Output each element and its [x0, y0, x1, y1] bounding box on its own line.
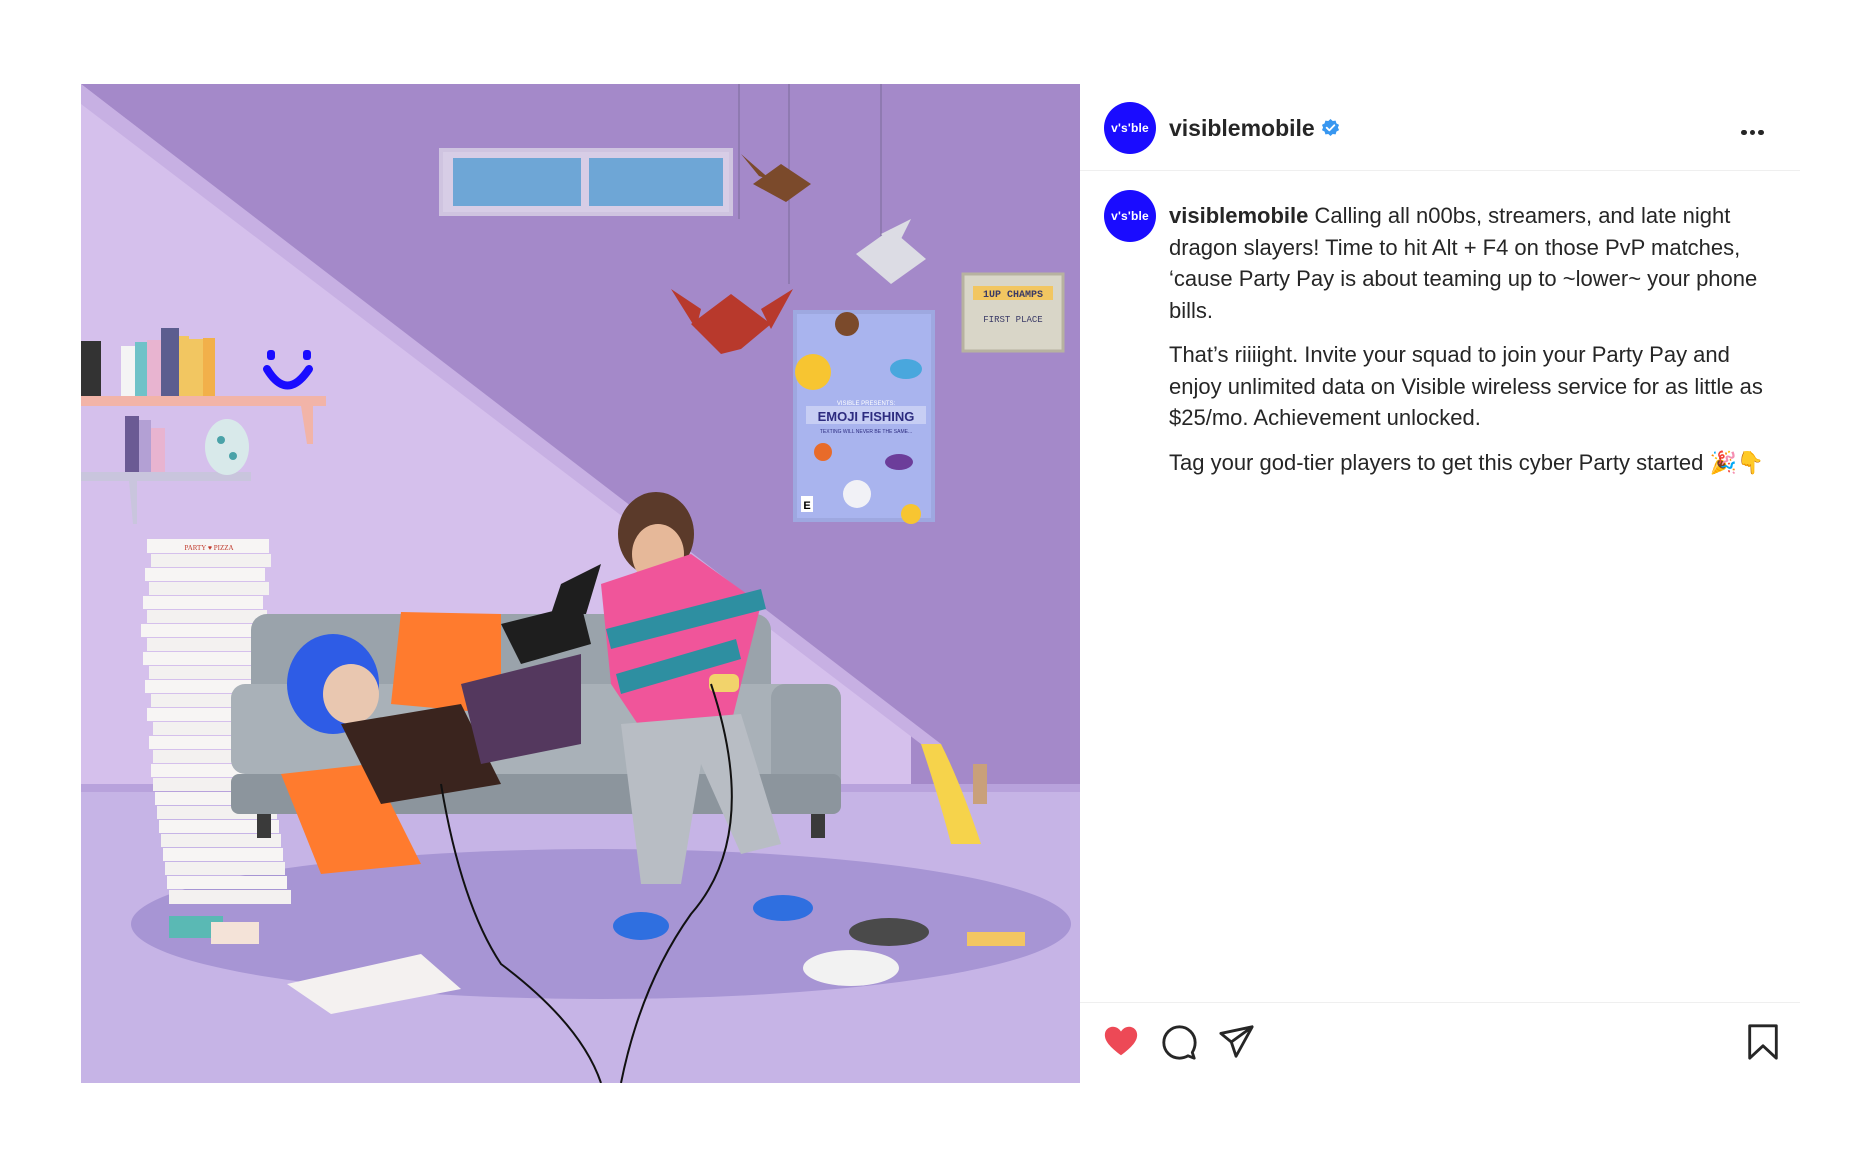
- champs-line2: FIRST PLACE: [983, 315, 1042, 325]
- verified-badge-icon: [1321, 118, 1340, 137]
- share-icon[interactable]: [1218, 1023, 1256, 1061]
- caption-paragraph-2: That’s riiiight. Invite your squad to jo…: [1169, 342, 1763, 430]
- poster-tagline: TEXTING WILL NEVER BE THE SAME...: [820, 429, 912, 435]
- comment-icon[interactable]: [1160, 1023, 1198, 1061]
- post-image[interactable]: VISIBLE PRESENTS: EMOJI FISHING TEXTING …: [81, 84, 1080, 1083]
- caption-paragraph-3: Tag your god-tier players to get this cy…: [1169, 449, 1765, 475]
- post-header: v's'ble visiblemobile: [1080, 84, 1800, 171]
- post-photo-illustration: VISIBLE PRESENTS: EMOJI FISHING TEXTING …: [81, 84, 1080, 1083]
- more-options-icon[interactable]: [1741, 122, 1771, 135]
- caption-avatar[interactable]: v's'ble: [1104, 190, 1156, 242]
- bookmark-icon[interactable]: [1744, 1023, 1782, 1061]
- poster-title: EMOJI FISHING: [818, 409, 915, 424]
- pizza-box-label: PARTY ♥ PIZZA: [184, 544, 233, 552]
- avatar-text: v's'ble: [1111, 121, 1149, 135]
- post-details-panel: v's'ble visiblemobile v's'ble visiblemob…: [1080, 84, 1800, 1083]
- account-username[interactable]: visiblemobile: [1169, 115, 1315, 142]
- post-actions-bar: [1080, 1002, 1800, 1084]
- poster-rating: E: [803, 500, 810, 512]
- caption-username[interactable]: visiblemobile: [1169, 203, 1308, 228]
- caption-avatar-text: v's'ble: [1111, 209, 1149, 223]
- poster-presents: VISIBLE PRESENTS:: [837, 401, 896, 407]
- account-avatar[interactable]: v's'ble: [1104, 102, 1156, 154]
- heart-icon[interactable]: [1102, 1023, 1140, 1061]
- caption-paragraph-1: visiblemobile Calling all n00bs, streame…: [1169, 200, 1769, 326]
- post-caption: visiblemobile Calling all n00bs, streame…: [1169, 200, 1769, 491]
- champs-line1: 1UP CHAMPS: [983, 290, 1043, 301]
